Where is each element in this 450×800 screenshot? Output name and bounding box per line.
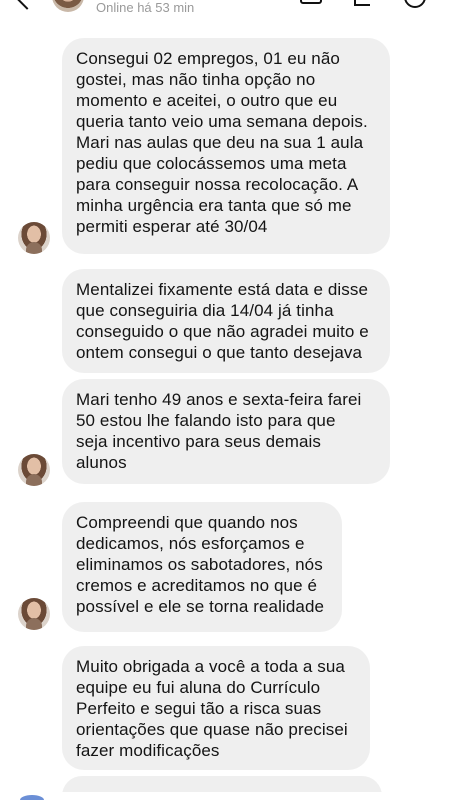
video-call-icon[interactable] bbox=[300, 0, 322, 4]
message-text: Mari tenho 49 anos e sexta-feira farei 5… bbox=[76, 390, 362, 472]
back-chevron-icon[interactable] bbox=[14, 0, 40, 10]
sender-avatar[interactable] bbox=[18, 598, 50, 630]
flag-icon[interactable] bbox=[354, 0, 370, 6]
message-bubble[interactable]: Compreendi que quando nos dedicamos, nós… bbox=[62, 502, 342, 632]
message-text: Compreendi que quando nos dedicamos, nós… bbox=[76, 513, 325, 616]
message-bubble[interactable]: Consegui 02 empregos, 01 eu não gostei, … bbox=[62, 38, 390, 254]
info-icon[interactable] bbox=[404, 0, 426, 8]
contact-avatar[interactable] bbox=[52, 0, 84, 12]
message-bubble[interactable]: Mentalizei fixamente está data e disse q… bbox=[62, 269, 390, 373]
message-bubble[interactable]: Muito obrigada a você a toda a sua equip… bbox=[62, 646, 370, 770]
message-text: Mentalizei fixamente está data e disse q… bbox=[76, 280, 369, 362]
sender-avatar[interactable] bbox=[18, 454, 50, 486]
bottom-edge bbox=[0, 792, 450, 800]
message-text: Muito obrigada a você a toda a sua equip… bbox=[76, 657, 348, 760]
partial-avatar bbox=[20, 795, 44, 800]
chat-header: Online há 53 min bbox=[0, 0, 450, 16]
online-status: Online há 53 min bbox=[96, 0, 195, 15]
message-text: Consegui 02 empregos, 01 eu não gostei, … bbox=[76, 49, 368, 236]
message-bubble[interactable]: Mari tenho 49 anos e sexta-feira farei 5… bbox=[62, 379, 390, 484]
sender-avatar[interactable] bbox=[18, 222, 50, 254]
